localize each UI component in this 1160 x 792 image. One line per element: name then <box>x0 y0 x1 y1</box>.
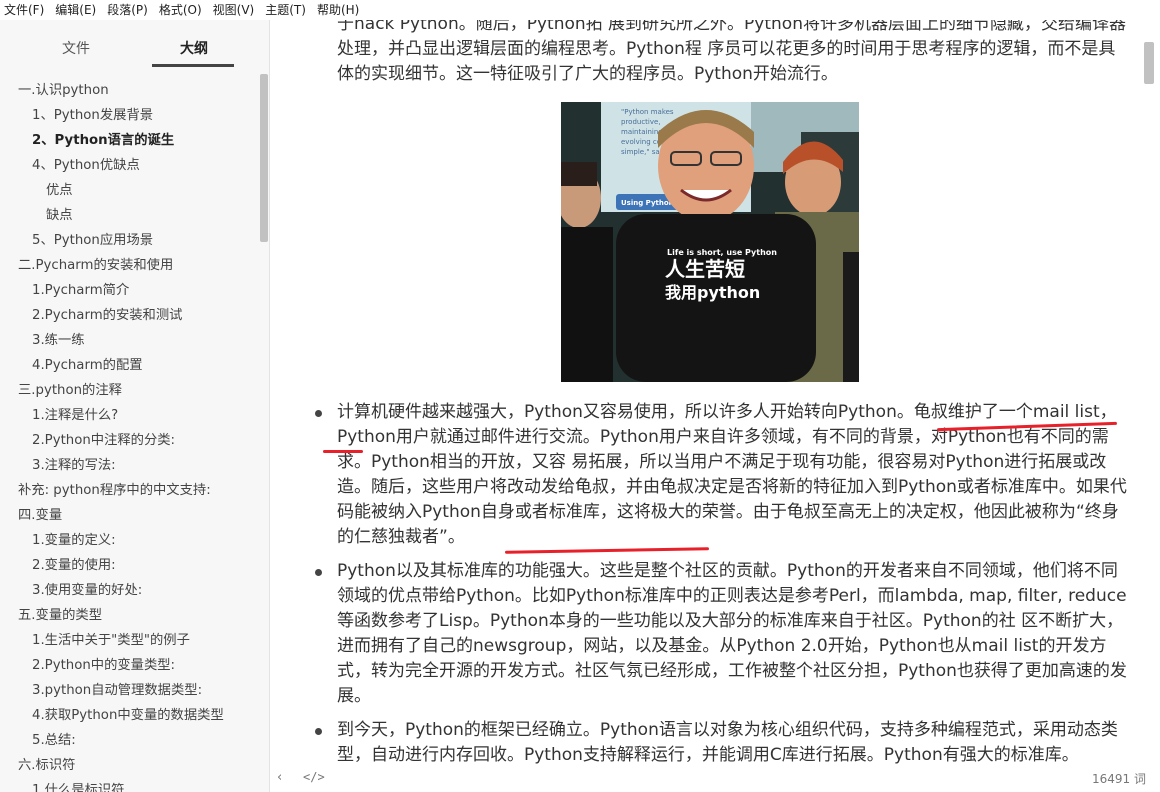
outline-item[interactable]: 五.变量的类型 <box>0 603 258 628</box>
code-icon[interactable]: </> <box>303 770 325 784</box>
outline-item[interactable]: 4.Pycharm的配置 <box>0 353 258 378</box>
outline-item[interactable]: 2.Python中注释的分类: <box>0 428 258 453</box>
svg-text:productive,: productive, <box>621 118 661 126</box>
outline-item[interactable]: 2.变量的使用: <box>0 553 258 578</box>
outline-item[interactable]: 4.获取Python中变量的数据类型 <box>0 703 258 728</box>
svg-text:"Python makes: "Python makes <box>621 108 674 116</box>
menu-format[interactable]: 格式(O) <box>159 0 202 20</box>
outline-item[interactable]: 3.注释的写法: <box>0 453 258 478</box>
editor[interactable]: 于hack Python。随后，Python拓 展到研究所之外。Python将许… <box>271 20 1160 764</box>
outline-item[interactable]: 1.生活中关于"类型"的例子 <box>0 628 258 653</box>
outline-item[interactable]: 1.变量的定义: <box>0 528 258 553</box>
menu-bar: 文件(F) 编辑(E) 段落(P) 格式(O) 视图(V) 主题(T) 帮助(H… <box>0 0 1160 20</box>
outline-item[interactable]: 5.总结: <box>0 728 258 753</box>
outline-item[interactable]: 3.python自动管理数据类型: <box>0 678 258 703</box>
editor-scrollbar[interactable] <box>1144 42 1154 84</box>
outline-item[interactable]: 3.使用变量的好处: <box>0 578 258 603</box>
menu-theme[interactable]: 主题(T) <box>265 0 306 20</box>
chevron-left-icon[interactable]: ‹ <box>277 770 282 785</box>
svg-text:Using Python: Using Python <box>621 199 674 207</box>
active-tab-indicator <box>152 64 234 67</box>
outline-item[interactable]: 1.什么是标识符 <box>0 778 258 792</box>
bullet-list: 计算机硬件越来越强大，Python又容易使用，所以许多人开始转向Python。龟… <box>313 400 1127 764</box>
outline-item[interactable]: 补充: python程序中的中文支持: <box>0 478 258 503</box>
shirt-text-line1: 人生苦短 <box>665 257 745 281</box>
menu-edit[interactable]: 编辑(E) <box>55 0 96 20</box>
outline-item[interactable]: 四.变量 <box>0 503 258 528</box>
status-bar: ‹ </> 16491 词 <box>271 764 1160 792</box>
word-count: 16491 词 <box>1092 772 1146 786</box>
outline-item[interactable]: 1、Python发展背景 <box>0 103 258 128</box>
sidebar: 文件 大纲 一.认识python 1、Python发展背景 2、Python语言的诞… <box>0 20 270 792</box>
outline-list: 一.认识python 1、Python发展背景 2、Python语言的诞生 4、Pyt… <box>0 78 258 792</box>
outline-item[interactable]: 三.python的注释 <box>0 378 258 403</box>
outline-item[interactable]: 4、Python优缺点 <box>0 153 258 178</box>
outline-item[interactable]: 2.Pycharm的安装和测试 <box>0 303 258 328</box>
menu-view[interactable]: 视图(V) <box>213 0 255 20</box>
outline-item[interactable]: 优点 <box>0 178 258 203</box>
menu-help[interactable]: 帮助(H) <box>317 0 359 20</box>
outline-item[interactable]: 1.Pycharm简介 <box>0 278 258 303</box>
svg-text:maintaining: maintaining <box>621 128 663 136</box>
outline-item[interactable]: 2.Python中的变量类型: <box>0 653 258 678</box>
list-item: 到今天，Python的框架已经确立。Python语言以对象为核心组织代码，支持多… <box>313 718 1127 764</box>
list-item: Python以及其标准库的功能强大。这些是整个社区的贡献。Python的开发者来… <box>313 559 1127 709</box>
menu-file[interactable]: 文件(F) <box>4 0 44 20</box>
outline-item[interactable]: 2、Python语言的诞生 <box>0 128 258 153</box>
list-item: 计算机硬件越来越强大，Python又容易使用，所以许多人开始转向Python。龟… <box>313 400 1127 550</box>
tab-outline[interactable]: 大纲 <box>180 38 208 58</box>
outline-item[interactable]: 二.Pycharm的安装和使用 <box>0 253 258 278</box>
paragraph: 于hack Python。随后，Python拓 展到研究所之外。Python将许… <box>337 20 1126 84</box>
outline-item[interactable]: 5、Python应用场景 <box>0 228 258 253</box>
outline-item[interactable]: 1.注释是什么? <box>0 403 258 428</box>
highlight-mail-list: 龟叔维护了一个mail list <box>913 402 1100 422</box>
annotation-underline-mail-list-2 <box>323 450 363 453</box>
shirt-text-english: Life is short, use Python <box>667 248 777 257</box>
outline-item[interactable]: 一.认识python <box>0 78 258 103</box>
photo-guido-van-rossum: "Python makes productive, maintaining ev… <box>561 102 859 382</box>
outline-item[interactable]: 3.练一练 <box>0 328 258 353</box>
shirt-text-line2: 我用python <box>665 283 760 302</box>
sidebar-scrollbar[interactable] <box>260 74 268 242</box>
outline-item[interactable]: 六.标识符 <box>0 753 258 778</box>
menu-paragraph[interactable]: 段落(P) <box>107 0 148 20</box>
tab-files[interactable]: 文件 <box>62 38 90 58</box>
sidebar-tabs: 文件 大纲 <box>0 20 269 70</box>
outline-item[interactable]: 缺点 <box>0 203 258 228</box>
